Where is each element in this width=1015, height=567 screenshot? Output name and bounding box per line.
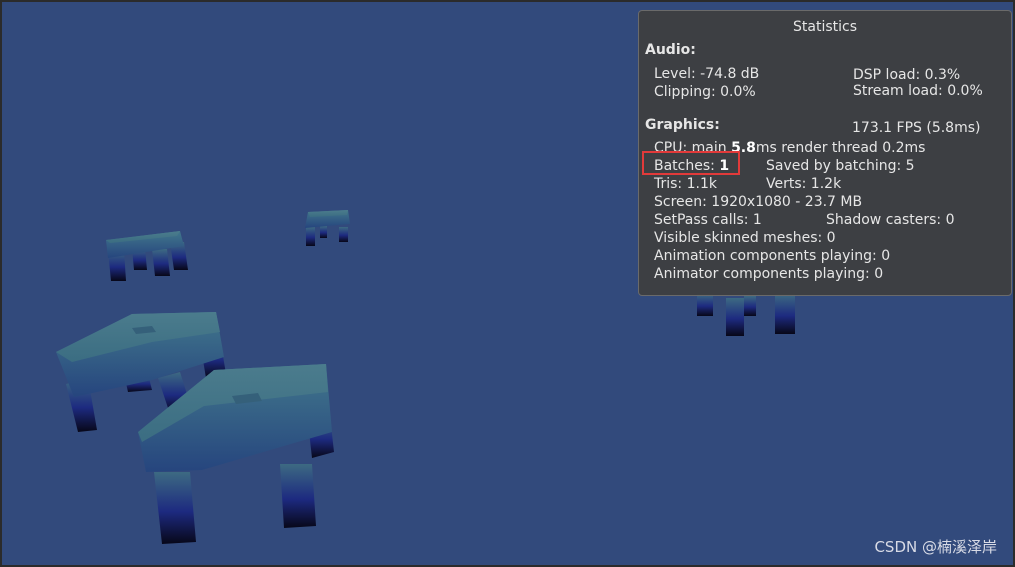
shadow-casters: Shadow casters: 0: [826, 212, 955, 228]
stool-mesh: [106, 231, 188, 281]
scene-viewport[interactable]: Statistics Audio: Level: -74.8 dB DSP lo…: [0, 0, 1015, 567]
stream-load: Stream load: 0.0%: [853, 83, 983, 99]
audio-clipping: Clipping: 0.0%: [654, 84, 756, 100]
stool-mesh: [305, 210, 350, 246]
setpass-calls: SetPass calls: 1: [654, 212, 762, 228]
animator-components: Animator components playing: 0: [654, 266, 884, 282]
visible-skinned-meshes: Visible skinned meshes: 0: [654, 230, 836, 246]
watermark: CSDN @楠溪泽岸: [874, 538, 997, 556]
audio-level: Level: -74.8 dB: [654, 66, 760, 82]
animation-components: Animation components playing: 0: [654, 248, 891, 264]
verts-count: Verts: 1.2k: [766, 176, 842, 192]
fps-readout: 173.1 FPS (5.8ms): [852, 120, 981, 136]
saved-by-batching: Saved by batching: 5: [766, 158, 915, 174]
batches-highlight-box: [642, 151, 740, 175]
audio-header: Audio:: [645, 42, 696, 58]
tris-count: Tris: 1.1k: [654, 176, 717, 192]
graphics-header: Graphics:: [645, 117, 720, 133]
cpu-suffix: ms render thread 0.2ms: [755, 140, 926, 156]
statistics-title: Statistics: [793, 19, 857, 35]
stool-mesh: [697, 294, 795, 336]
screen-info: Screen: 1920x1080 - 23.7 MB: [654, 194, 863, 210]
